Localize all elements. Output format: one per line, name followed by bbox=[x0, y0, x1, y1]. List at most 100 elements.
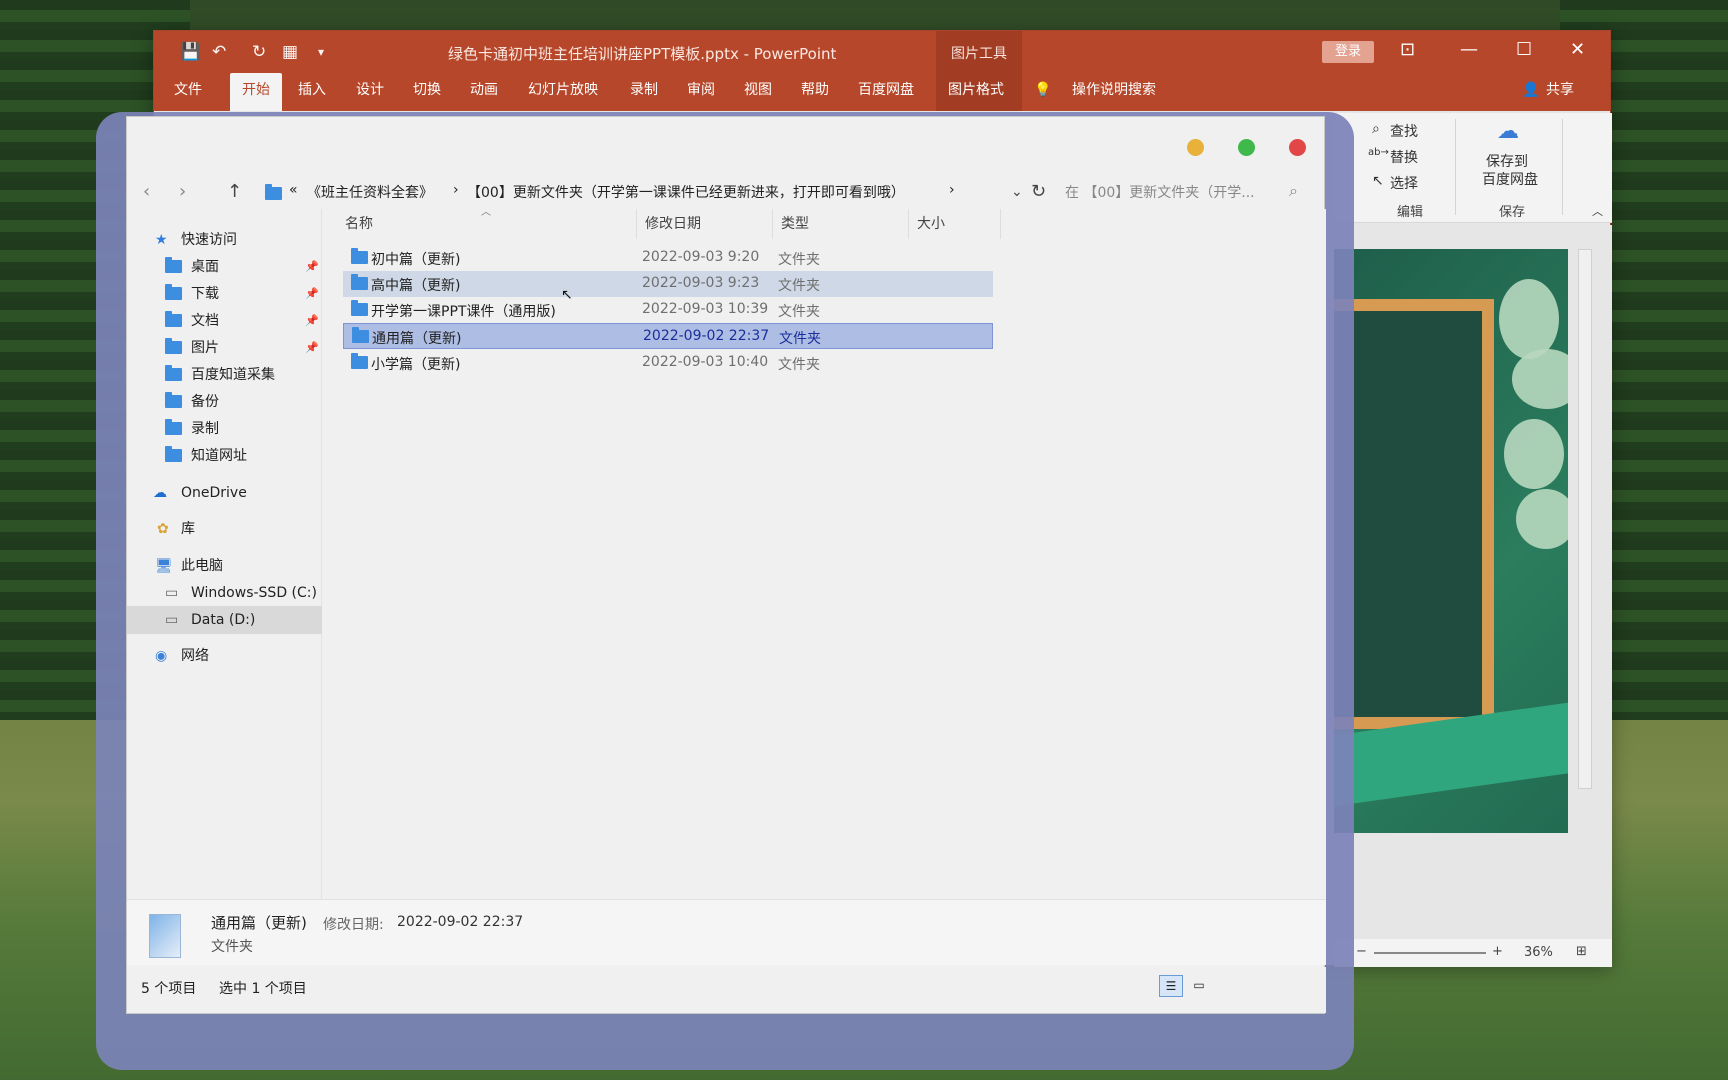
column-header-size[interactable]: 大小 bbox=[909, 209, 1001, 239]
details-view-icon[interactable]: ☰ bbox=[1159, 975, 1183, 997]
zoom-out-icon[interactable]: − bbox=[1356, 944, 1367, 959]
details-date: 2022-09-02 22:37 bbox=[397, 914, 524, 930]
up-icon[interactable]: ↑ bbox=[227, 181, 242, 202]
search-icon[interactable]: ⌕ bbox=[1289, 181, 1298, 201]
sidebar-item-desktop[interactable]: 桌面 📌 bbox=[127, 253, 322, 281]
tab-help[interactable]: 帮助 bbox=[789, 73, 841, 111]
sidebar-item-downloads[interactable]: 下载 📌 bbox=[127, 280, 322, 308]
tab-transitions[interactable]: 切换 bbox=[401, 73, 453, 111]
zoom-slider[interactable] bbox=[1374, 952, 1486, 954]
baidu-cloud-icon[interactable]: ☁ bbox=[1497, 119, 1519, 144]
breadcrumb-separator[interactable]: › bbox=[453, 182, 459, 198]
sidebar-item-quick-access[interactable]: ★ 快速访问 bbox=[127, 226, 322, 254]
refresh-icon[interactable]: ↻ bbox=[1031, 181, 1046, 202]
zoom-level[interactable]: 36% bbox=[1524, 945, 1553, 960]
sidebar-item-documents[interactable]: 文档 📌 bbox=[127, 307, 322, 335]
sidebar-item-recording[interactable]: 录制 bbox=[127, 415, 322, 443]
fit-slide-icon[interactable]: ⊞ bbox=[1576, 944, 1587, 959]
sidebar-item-network[interactable]: ◉ 网络 bbox=[127, 642, 322, 670]
zoom-in-icon[interactable]: + bbox=[1492, 944, 1503, 959]
sidebar-item-onedrive[interactable]: ☁ OneDrive bbox=[127, 479, 322, 507]
pin-icon[interactable]: 📌 bbox=[305, 334, 319, 362]
replace-button[interactable]: 替换 bbox=[1390, 147, 1418, 167]
sidebar-item-drive-d[interactable]: ▭ Data (D:) bbox=[127, 606, 322, 634]
tab-record[interactable]: 录制 bbox=[618, 73, 670, 111]
save-to-baidu-line1[interactable]: 保存到 bbox=[1486, 151, 1528, 171]
pin-icon[interactable]: 📌 bbox=[305, 307, 319, 335]
tab-design[interactable]: 设计 bbox=[344, 73, 396, 111]
replace-icon[interactable]: ab→ bbox=[1368, 147, 1389, 158]
drive-icon: ▭ bbox=[165, 612, 179, 628]
pin-icon[interactable]: 📌 bbox=[305, 253, 319, 281]
find-button[interactable]: 查找 bbox=[1390, 121, 1418, 141]
tab-home[interactable]: 开始 bbox=[230, 73, 282, 111]
details-date-label: 修改日期: bbox=[323, 917, 384, 933]
computer-icon: 🖥 bbox=[155, 558, 173, 574]
sidebar-item-libraries[interactable]: ✿ 库 bbox=[127, 515, 322, 543]
breadcrumb-item[interactable]: 【00】更新文件夹（开学第一课课件已经更新进来，打开即可看到哦） bbox=[467, 182, 905, 202]
pin-icon[interactable]: 📌 bbox=[305, 280, 319, 308]
select-button[interactable]: 选择 bbox=[1390, 173, 1418, 193]
present-icon[interactable]: ▦ bbox=[282, 42, 298, 62]
file-row[interactable]: 小学篇（更新) 2022-09-03 10:40 文件夹 bbox=[343, 350, 993, 376]
sidebar-item-zhidao-urls[interactable]: 知道网址 bbox=[127, 442, 322, 470]
breadcrumb-item[interactable]: 《班主任资料全套》 bbox=[307, 182, 433, 202]
customize-qat-icon[interactable]: ▾ bbox=[318, 45, 324, 59]
large-icons-view-icon[interactable]: ▭ bbox=[1187, 975, 1211, 997]
share-icon[interactable]: 👤 bbox=[1522, 73, 1539, 111]
details-pane: 通用篇（更新) 修改日期: 2022-09-02 22:37 文件夹 bbox=[127, 899, 1326, 965]
ribbon-separator bbox=[1562, 119, 1563, 215]
slide-thumbnail[interactable] bbox=[1334, 249, 1568, 833]
save-icon[interactable]: 💾 bbox=[180, 42, 201, 62]
find-icon[interactable]: ⌕ bbox=[1372, 121, 1380, 137]
maximize-button[interactable] bbox=[1238, 139, 1255, 156]
tab-animations[interactable]: 动画 bbox=[458, 73, 510, 111]
slide-vertical-scrollbar[interactable] bbox=[1578, 249, 1592, 789]
close-icon[interactable]: ✕ bbox=[1570, 39, 1585, 60]
share-button[interactable]: 共享 bbox=[1540, 73, 1580, 111]
tell-me-search[interactable]: 操作说明搜索 bbox=[1060, 73, 1168, 111]
cloud-icon: ☁ bbox=[153, 485, 167, 501]
maximize-icon[interactable]: ☐ bbox=[1516, 39, 1532, 60]
sidebar-item-drive-c[interactable]: ▭ Windows-SSD (C:) bbox=[127, 579, 322, 607]
tab-insert[interactable]: 插入 bbox=[286, 73, 338, 111]
ribbon-display-icon[interactable]: ⊡ bbox=[1400, 39, 1415, 60]
minimize-icon[interactable]: — bbox=[1460, 39, 1478, 60]
sidebar-item-this-pc[interactable]: 🖥 此电脑 bbox=[127, 552, 322, 580]
select-icon[interactable]: ↖ bbox=[1372, 173, 1384, 189]
login-button[interactable]: 登录 bbox=[1322, 41, 1374, 63]
tab-view[interactable]: 视图 bbox=[732, 73, 784, 111]
file-row[interactable]: 通用篇（更新) 2022-09-02 22:37 文件夹 bbox=[343, 323, 993, 349]
file-date: 2022-09-03 9:23 bbox=[642, 275, 760, 291]
close-button[interactable] bbox=[1289, 139, 1306, 156]
tab-file[interactable]: 文件 bbox=[162, 73, 214, 111]
file-row[interactable]: 开学第一课PPT课件（通用版) 2022-09-03 10:39 文件夹 bbox=[343, 297, 993, 323]
search-box[interactable]: 在 【00】更新文件夹（开学... bbox=[1065, 182, 1295, 202]
tab-review[interactable]: 审阅 bbox=[675, 73, 727, 111]
ribbon-home-panel: ⌕ 查找 ab→ 替换 ↖ 选择 编辑 ☁ 保存到 百度网盘 保存 ︿ bbox=[1334, 113, 1612, 223]
breadcrumb-separator[interactable]: › bbox=[949, 182, 955, 198]
redo-icon[interactable]: ↻ bbox=[252, 42, 266, 62]
sidebar-item-baidu-collect[interactable]: 百度知道采集 bbox=[127, 361, 322, 389]
forward-icon[interactable]: › bbox=[179, 181, 186, 202]
address-dropdown-icon[interactable]: ⌄ bbox=[1011, 184, 1023, 200]
folder-icon bbox=[165, 311, 182, 327]
column-header-date[interactable]: 修改日期 bbox=[637, 209, 773, 239]
breadcrumb-overflow[interactable]: « bbox=[289, 182, 298, 198]
collapse-ribbon-icon[interactable]: ︿ bbox=[1592, 203, 1603, 219]
save-to-baidu-line2[interactable]: 百度网盘 bbox=[1482, 169, 1538, 189]
undo-icon[interactable]: ↶ bbox=[212, 42, 226, 62]
tab-slideshow[interactable]: 幻灯片放映 bbox=[516, 73, 610, 111]
file-row[interactable]: 初中篇（更新) 2022-09-03 9:20 文件夹 bbox=[343, 245, 993, 271]
file-row[interactable]: 高中篇（更新) 2022-09-03 9:23 文件夹 bbox=[343, 271, 993, 297]
column-header-type[interactable]: 类型 bbox=[773, 209, 909, 239]
sidebar-item-backup[interactable]: 备份 bbox=[127, 388, 322, 416]
tab-baidu-netdisk[interactable]: 百度网盘 bbox=[846, 73, 926, 111]
library-icon: ✿ bbox=[157, 521, 169, 537]
minimize-button[interactable] bbox=[1187, 139, 1204, 156]
sidebar-item-pictures[interactable]: 图片 📌 bbox=[127, 334, 322, 362]
back-icon[interactable]: ‹ bbox=[143, 181, 150, 202]
tab-picture-format[interactable]: 图片格式 bbox=[936, 73, 1022, 111]
file-name: 开学第一课PPT课件（通用版) bbox=[371, 304, 556, 320]
column-header-name[interactable]: 名称 bbox=[337, 209, 637, 239]
